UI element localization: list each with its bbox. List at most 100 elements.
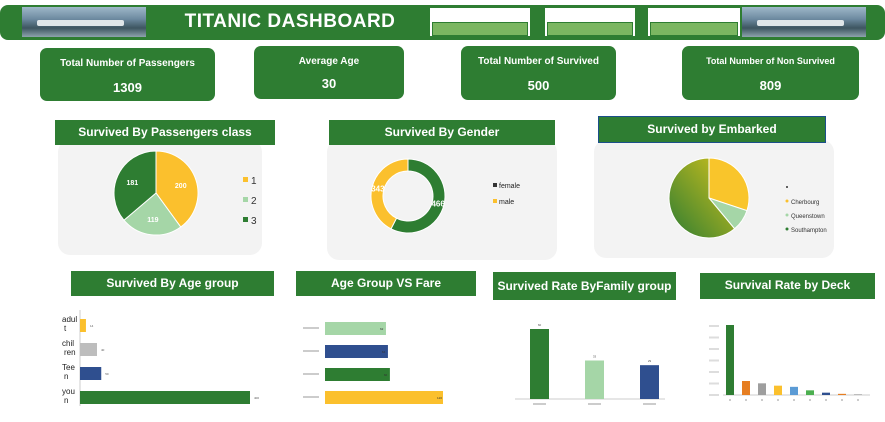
ship-image-left xyxy=(22,7,146,37)
bar xyxy=(726,325,734,395)
tick-label xyxy=(709,325,719,327)
bar xyxy=(774,385,782,395)
kpi-total-survived: Total Number of Survived 500 xyxy=(461,46,616,100)
tick-label: chil xyxy=(62,339,74,348)
data-label: 466 xyxy=(431,199,445,208)
kpi-label: Average Age xyxy=(298,56,360,67)
tick-label xyxy=(809,399,811,401)
slicer-thumbnail-1[interactable] xyxy=(430,8,530,36)
slicer-thumbnail-3[interactable] xyxy=(648,8,740,36)
embarked-title: Survived by Embarked xyxy=(598,116,826,143)
tick-label xyxy=(709,394,719,396)
data-label: 343 xyxy=(371,185,385,194)
legend-swatch xyxy=(785,227,789,231)
tick-label xyxy=(729,399,731,401)
tick-label xyxy=(793,399,795,401)
tick-label: ren xyxy=(64,348,76,357)
legend-swatch xyxy=(493,199,497,203)
legend-label: Southampton xyxy=(791,228,827,234)
tick-label: n xyxy=(64,396,68,405)
kpi-label: Total Number of Passengers xyxy=(60,58,195,69)
legend-swatch xyxy=(785,199,789,203)
data-label: 120 xyxy=(437,396,442,400)
legend-label: 3 xyxy=(251,216,257,227)
embarked-pie-chart: Cherbourg Queenstown Southampton xyxy=(668,157,827,239)
bar xyxy=(838,393,846,395)
tick-label xyxy=(303,327,319,329)
tick-label xyxy=(303,396,319,398)
tick-label xyxy=(709,336,719,339)
legend-swatch xyxy=(785,213,789,217)
kpi-value: 30 xyxy=(321,76,337,91)
data-label: 29 xyxy=(648,359,652,363)
slicer-thumbnail-2[interactable] xyxy=(545,8,635,36)
bar xyxy=(758,383,766,395)
tick-label xyxy=(303,373,319,375)
ship-image-right xyxy=(742,7,866,37)
bar xyxy=(80,367,102,380)
bar xyxy=(325,391,443,404)
data-label: 50 xyxy=(105,372,109,376)
bar xyxy=(325,322,386,335)
legend-label: Cherbourg xyxy=(791,200,819,206)
data-label: 66 xyxy=(384,373,388,377)
bar xyxy=(530,329,549,399)
tick-label xyxy=(841,399,843,401)
family-title: Survived Rate ByFamily group xyxy=(493,272,676,300)
kpi-value: 809 xyxy=(759,78,782,93)
donut-slice xyxy=(370,158,409,230)
agefare-title: Age Group VS Fare xyxy=(296,271,476,296)
kpi-value: 1309 xyxy=(113,80,142,95)
tick-label xyxy=(825,399,827,401)
tick-label xyxy=(303,350,319,352)
data-label: 33 xyxy=(593,355,597,359)
kpi-average-age: Average Age 30 xyxy=(254,46,404,99)
agegroup-bar-chart: 14adult40chilren50Teen400youn xyxy=(58,306,278,410)
data-label: 119 xyxy=(147,217,158,224)
tick-label xyxy=(745,399,747,401)
bar xyxy=(325,345,388,358)
bar xyxy=(790,386,798,395)
tick-label xyxy=(777,399,779,401)
bar xyxy=(80,343,97,356)
data-label: 40 xyxy=(101,348,105,352)
tick-label xyxy=(857,399,859,401)
agegroup-title: Survived By Age group xyxy=(71,271,274,296)
tick-label xyxy=(643,403,656,405)
bar xyxy=(854,394,862,395)
gender-donut-chart: 466 343 female male xyxy=(370,158,520,234)
data-label: 181 xyxy=(127,180,139,187)
bar xyxy=(822,392,830,395)
tick-label xyxy=(709,359,719,362)
kpi-label: Total Number of Survived xyxy=(478,56,599,67)
bar xyxy=(742,381,750,395)
legend-swatch xyxy=(243,177,248,182)
bar xyxy=(80,319,86,332)
pclass-pie-chart: 200 119 181 1 2 3 xyxy=(113,150,257,236)
legend-swatch xyxy=(786,186,788,188)
tick-label xyxy=(588,403,601,405)
data-label: 64 xyxy=(382,350,386,354)
data-label: 200 xyxy=(175,183,187,190)
kpi-value: 500 xyxy=(527,78,550,93)
bar xyxy=(806,390,814,395)
legend-label: Queenstown xyxy=(791,214,825,220)
tick-label: you xyxy=(62,387,75,396)
deck-bar-chart xyxy=(705,308,875,410)
kpi-label: Total Number of Non Survived xyxy=(706,56,835,66)
tick-label xyxy=(533,403,546,405)
legend-swatch xyxy=(243,217,248,222)
tick-label: Tee xyxy=(62,363,75,372)
legend-label: 1 xyxy=(251,176,257,187)
tick-label xyxy=(761,399,763,401)
kpi-total-non-survived: Total Number of Non Survived 809 xyxy=(682,46,859,100)
deck-title: Survival Rate by Deck xyxy=(700,273,875,299)
tick-label xyxy=(709,371,719,373)
dashboard-title: TITANIC DASHBOARD xyxy=(184,11,396,32)
legend-swatch xyxy=(493,183,497,187)
agefare-bar-chart: 62 64 66 120 xyxy=(300,306,470,410)
legend-swatch xyxy=(243,197,248,202)
data-label: 62 xyxy=(380,327,384,331)
bar xyxy=(80,391,250,404)
data-label: 14 xyxy=(90,324,94,328)
